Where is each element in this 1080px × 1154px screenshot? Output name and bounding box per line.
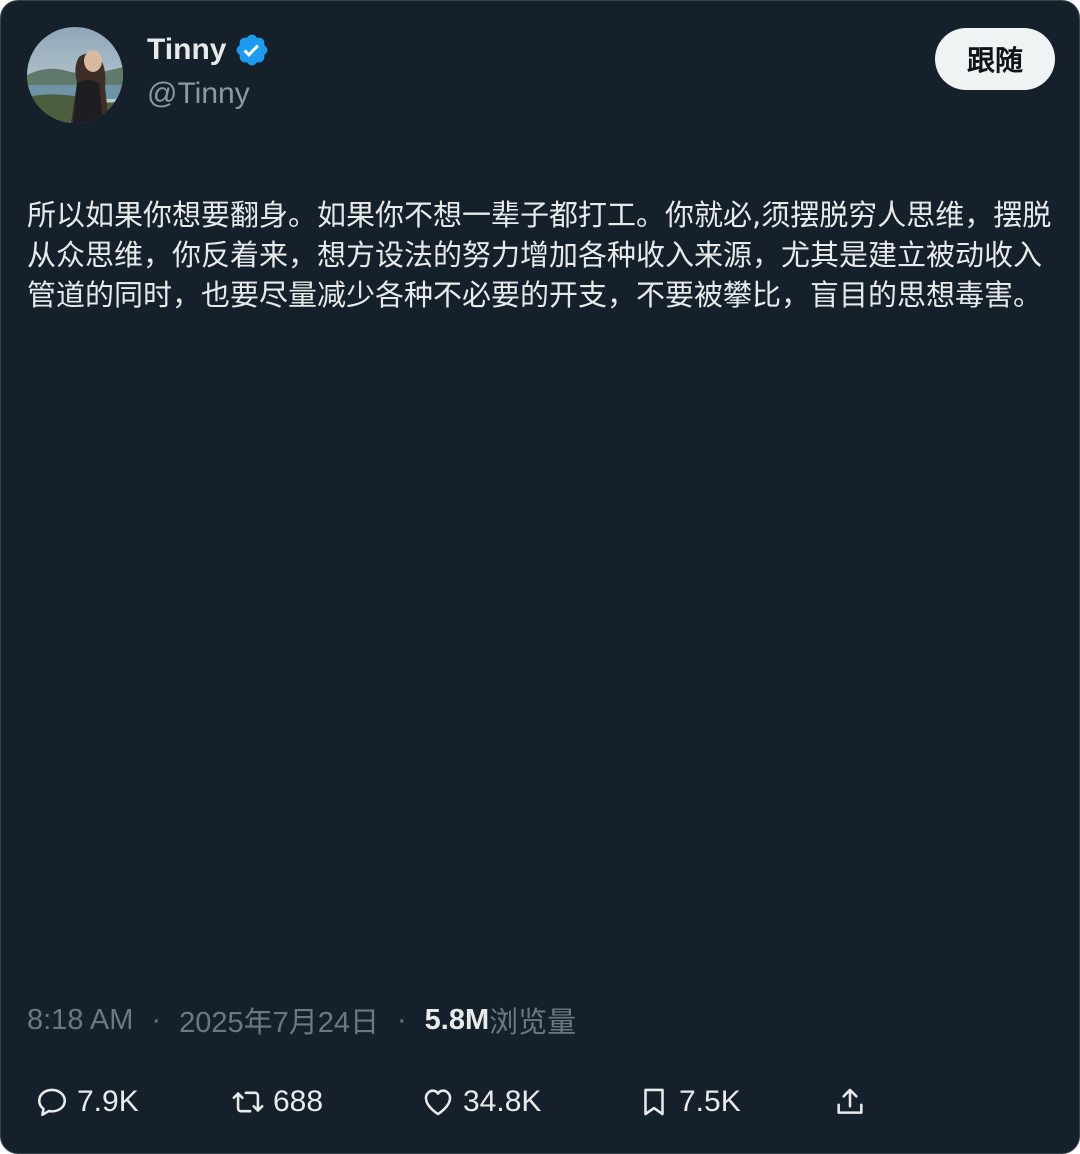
tweet-card: Tinny @Tinny 跟随 所以如果你想要翻身。如果你不想一辈子都打工。你就… [0, 0, 1080, 1154]
like-button[interactable]: 34.8K [421, 1077, 541, 1127]
share-icon [837, 1088, 863, 1114]
author-name-text: Tinny [147, 33, 227, 66]
views-count[interactable]: 5.8M [425, 1004, 489, 1037]
heart-icon [424, 1089, 452, 1116]
retweet-count: 688 [273, 1085, 324, 1118]
reply-button[interactable]: 7.9K [35, 1077, 139, 1127]
avatar-photo [27, 27, 123, 123]
tweet-date[interactable]: 2025年7月24日 [179, 999, 379, 1041]
avatar[interactable] [27, 27, 123, 123]
bookmark-count: 7.5K [679, 1085, 741, 1118]
bookmark-button[interactable]: 7.5K [637, 1077, 741, 1127]
bookmark-icon [644, 1088, 664, 1116]
verified-badge-icon [234, 32, 270, 68]
like-count: 34.8K [463, 1085, 542, 1118]
tweet-text: 所以如果你想要翻身。如果你不想一辈子都打工。你就必,须摆脱穷人思维，摆脱从众思维… [27, 198, 1052, 312]
author-display-name[interactable]: Tinny [147, 32, 270, 68]
reply-icon [37, 1088, 67, 1117]
meta-separator: · [396, 1003, 407, 1036]
retweet-icon [232, 1091, 264, 1113]
action-bar: 7.9K 688 34.8K 7.5K [1, 1077, 1079, 1127]
tweet-time[interactable]: 8:18 AM [27, 1004, 133, 1037]
tweet-meta: 8:18 AM · 2025年7月24日 · 5.8M 浏览量 [27, 999, 576, 1041]
meta-separator: · [151, 1003, 162, 1036]
views-label: 浏览量 [489, 1007, 577, 1039]
reply-count: 7.9K [77, 1085, 139, 1118]
share-button[interactable] [833, 1077, 875, 1127]
follow-button[interactable]: 跟随 [935, 28, 1055, 90]
retweet-button[interactable]: 688 [231, 1077, 323, 1127]
author-handle[interactable]: @Tinny [147, 77, 250, 111]
